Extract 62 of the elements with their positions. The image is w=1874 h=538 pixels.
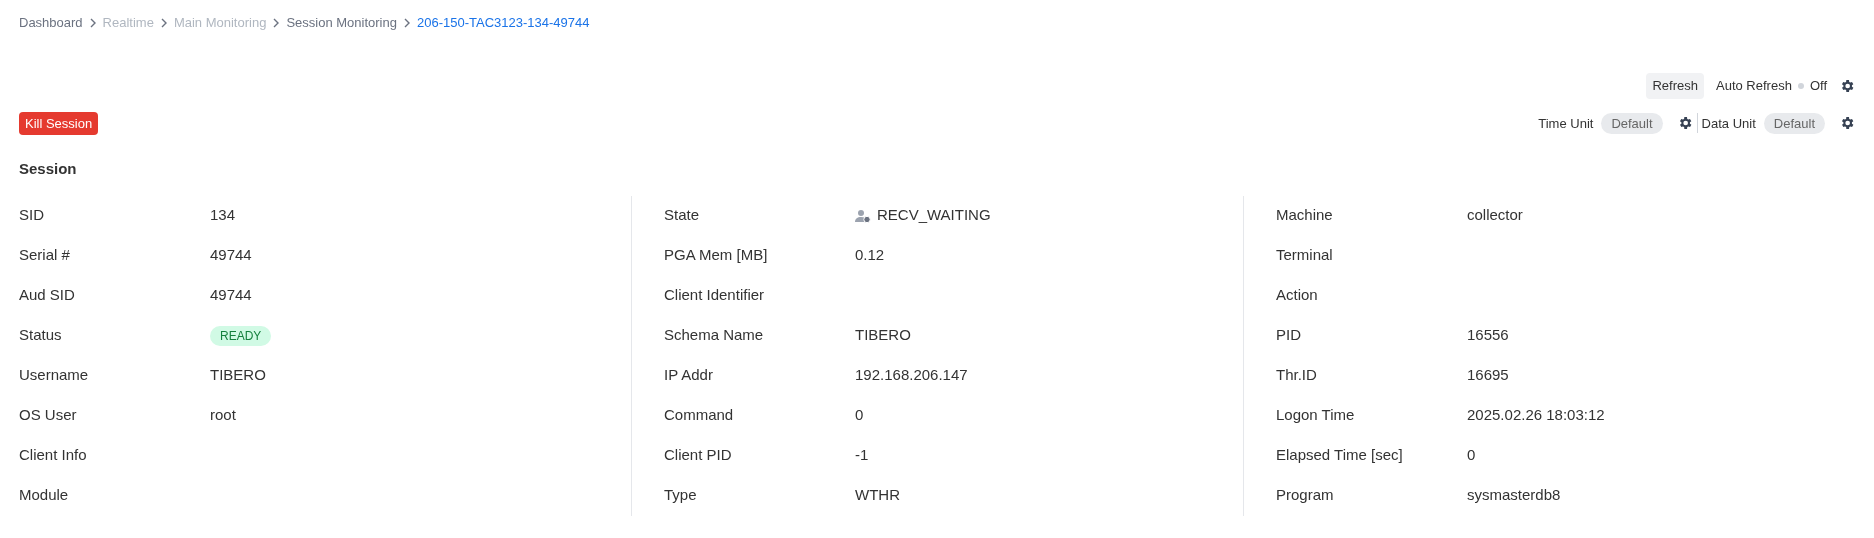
auto-refresh-state: Off	[1809, 77, 1827, 95]
breadcrumb-link[interactable]: Session Monitoring	[286, 13, 397, 33]
kill-session-button[interactable]: Kill Session	[19, 111, 99, 135]
unit-label: Time Unit	[1538, 114, 1594, 133]
field-value: -1	[855, 445, 869, 466]
status-badge: READY	[210, 325, 272, 346]
refresh-button[interactable]: Refresh	[1646, 73, 1704, 99]
field-value: 16695	[1467, 365, 1509, 386]
field-value: 134	[210, 205, 236, 226]
field-value: root	[210, 405, 236, 426]
unit-label: Data Unit	[1701, 114, 1756, 133]
settings-icon[interactable]	[1839, 115, 1855, 132]
field-label: PGA Mem [MB]	[664, 245, 769, 266]
breadcrumb-link[interactable]: 206-150-TAC3123-134-49744	[416, 13, 590, 33]
unit-select[interactable]: Default	[1601, 112, 1663, 134]
field-value: 16556	[1467, 325, 1509, 346]
field-label: Logon Time	[1276, 405, 1356, 426]
field-value: 0	[1467, 445, 1476, 466]
field-value: 192.168.206.147	[855, 365, 968, 386]
field-value: collector	[1467, 205, 1523, 226]
field-value: 49744	[210, 285, 252, 306]
field-label: Terminal	[1276, 245, 1334, 266]
user-clock-icon	[855, 208, 871, 223]
auto-refresh-label: Auto Refresh	[1716, 77, 1792, 95]
field-label: Command	[664, 405, 735, 426]
field-label: Type	[664, 485, 698, 506]
field-label: Username	[19, 365, 90, 386]
chevron-icon	[88, 18, 97, 28]
field-value: 0.12	[855, 245, 885, 266]
field-value: TIBERO	[855, 325, 911, 346]
field-label: Aud SID	[19, 285, 76, 306]
field-label: Client PID	[664, 445, 733, 466]
field-value: 2025.02.26 18:03:12	[1467, 405, 1605, 426]
field-label: Serial #	[19, 245, 71, 266]
field-value: RECV_WAITING	[877, 205, 991, 226]
field-label: Elapsed Time [sec]	[1276, 445, 1404, 466]
field-label: OS User	[19, 405, 78, 426]
field-label: SID	[19, 205, 45, 226]
unit-select[interactable]: Default	[1763, 112, 1825, 134]
field-value: TIBERO	[210, 365, 266, 386]
field-label: Client Identifier	[664, 285, 766, 306]
chevron-icon	[159, 18, 168, 28]
chevron-icon	[402, 18, 411, 28]
field-label: Client Info	[19, 445, 88, 466]
field-label: Action	[1276, 285, 1319, 306]
field-label: Program	[1276, 485, 1335, 506]
field-value: sysmasterdb8	[1467, 485, 1561, 506]
field-value: 49744	[210, 245, 252, 266]
field-label: Machine	[1276, 205, 1334, 226]
field-label: Status	[19, 325, 63, 346]
field-label: PID	[1276, 325, 1302, 346]
chevron-icon	[272, 18, 281, 28]
settings-icon[interactable]	[1839, 77, 1855, 94]
field-label: Schema Name	[664, 325, 765, 346]
breadcrumb-link[interactable]: Dashboard	[19, 13, 83, 33]
field-label: State	[664, 205, 701, 226]
section-title: Session	[19, 159, 78, 179]
field-value: WTHR	[855, 485, 900, 506]
field-label: Thr.ID	[1276, 365, 1318, 386]
field-label: IP Addr	[664, 365, 714, 386]
field-value: 0	[855, 405, 864, 426]
field-label: Module	[19, 485, 70, 506]
